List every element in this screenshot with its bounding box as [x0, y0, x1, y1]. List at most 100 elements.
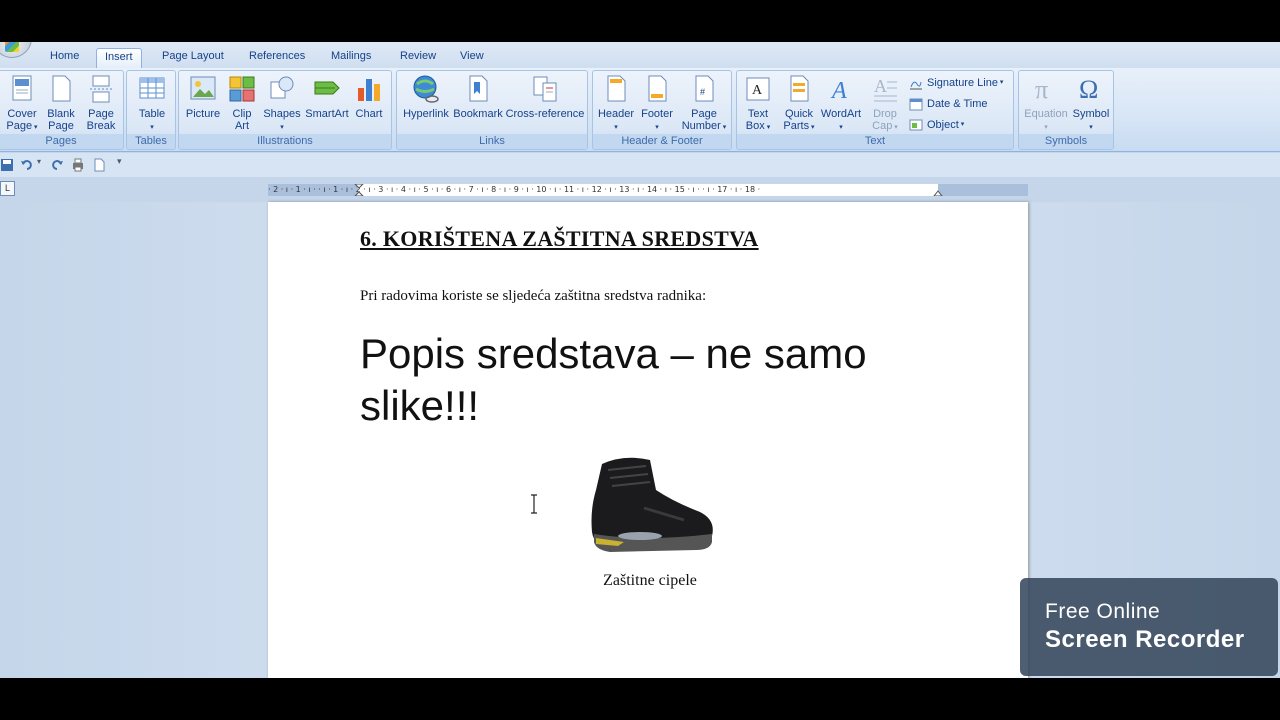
tab-insert[interactable]: Insert [96, 48, 142, 68]
date-time-label: Date & Time [927, 98, 988, 110]
watermark-line1: Free Online [1045, 600, 1161, 623]
equation-button[interactable]: π Equation ▾ [1021, 74, 1071, 134]
tab-review[interactable]: Review [392, 48, 444, 68]
group-header-footer-label: Header & Footer [593, 134, 731, 148]
undo-dropdown-icon[interactable]: ▾ [37, 157, 41, 166]
smartart-label: SmartArt [305, 108, 349, 120]
tab-view[interactable]: View [452, 48, 492, 68]
table-icon [139, 77, 165, 99]
customize-toolbar-icon[interactable]: ▾ [117, 156, 122, 167]
wordart-icon: A [830, 78, 847, 104]
hyperlink-button[interactable]: Hyperlink [401, 74, 451, 120]
chart-button[interactable]: Chart [351, 74, 387, 120]
page-number-label-1: Page [691, 108, 717, 120]
page-number-icon: # [695, 75, 714, 102]
object-icon [909, 119, 923, 131]
text-box-button[interactable]: A Text Box ▾ [739, 74, 777, 134]
group-text: A Text Box ▾ Quick Parts ▾ A WordArt ▾ A … [736, 70, 1014, 150]
safety-boot-image[interactable] [584, 450, 716, 558]
smartart-button[interactable]: SmartArt [303, 74, 351, 120]
text-box-label-1: Text [747, 108, 769, 120]
wordart-label: WordArt [820, 108, 862, 120]
print-icon[interactable] [71, 158, 85, 172]
blank-page-label-1: Blank [47, 108, 75, 120]
group-tables: Table ▾ Tables [126, 70, 176, 150]
image-caption[interactable]: Zaštitne cipele [268, 572, 1028, 590]
footer-icon [648, 75, 667, 102]
pi-icon: π [1035, 75, 1048, 104]
blank-page-label-2: Page [48, 120, 74, 132]
document-page[interactable]: 6. KORIŠTENA ZAŠTITNA SREDSTVA Pri radov… [268, 202, 1028, 678]
vertical-ruler[interactable] [0, 202, 16, 678]
date-time-button[interactable]: Date & Time [909, 95, 988, 113]
svg-text:Ω: Ω [1079, 75, 1098, 104]
quick-parts-label-1: Quick [784, 108, 814, 120]
page-break-label-2: Break [86, 120, 116, 132]
document-heading[interactable]: 6. KORIŠTENA ZAŠTITNA SREDSTVA [360, 226, 759, 252]
group-header-footer: Header ▾ Footer ▾ # Page Number ▾ Header &… [592, 70, 732, 150]
bookmark-button[interactable]: Bookmark [453, 74, 503, 120]
clip-art-label-1: Clip [232, 108, 252, 120]
cross-reference-button[interactable]: Cross-reference [505, 74, 585, 120]
object-label: Object [927, 119, 959, 131]
bookmark-label: Bookmark [453, 108, 503, 120]
undo-icon[interactable] [20, 158, 34, 172]
quick-access-toolbar: ▾ ▾ [0, 153, 1280, 177]
group-illustrations: Picture Clip Art Shapes ▾ SmartArt Chart … [178, 70, 392, 150]
picture-button[interactable]: Picture [183, 74, 223, 120]
text-box-icon: A [746, 77, 770, 101]
document-paragraph[interactable]: Pri radovima koriste se sljedeća zaštitn… [360, 288, 706, 305]
header-button[interactable]: Header ▾ [595, 74, 637, 134]
group-pages: Cover Page ▾ Blank Page Page Break Pages [0, 70, 124, 150]
document-big-text[interactable]: Popis sredstava – ne samo slike!!! [360, 328, 920, 432]
page-break-button[interactable]: Page Break [83, 74, 119, 132]
right-indent-marker-icon[interactable] [933, 186, 943, 196]
tab-selector[interactable]: L [0, 181, 15, 196]
blank-page-button[interactable]: Blank Page [43, 74, 79, 132]
cover-page-icon [12, 75, 32, 101]
page-break-icon [90, 75, 112, 103]
page-number-button[interactable]: # Page Number ▾ [679, 74, 729, 134]
horizontal-ruler[interactable]: · 2 · ı · 1 · ı · · ı · 1 · ı · 2 · ı · … [268, 184, 1028, 196]
save-icon[interactable] [0, 158, 14, 172]
cover-page-button[interactable]: Cover Page ▾ [3, 74, 41, 134]
tab-home[interactable]: Home [42, 48, 87, 68]
footer-button[interactable]: Footer ▾ [637, 74, 677, 134]
group-tables-label: Tables [127, 134, 175, 148]
signature-line-button[interactable]: Signature Line ▾ [909, 74, 1003, 92]
wordart-button[interactable]: A WordArt ▾ [819, 74, 863, 134]
shapes-icon [270, 76, 294, 99]
clip-art-icon [229, 76, 255, 102]
indent-marker-icon[interactable] [354, 184, 364, 196]
group-links: Hyperlink Bookmark Cross-reference Links [396, 70, 588, 150]
ribbon-tab-row: Home Insert Page Layout References Maili… [0, 42, 1280, 68]
shapes-button[interactable]: Shapes ▾ [261, 74, 303, 134]
drop-cap-button[interactable]: A Drop Cap ▾ [865, 74, 905, 134]
footer-label: Footer [641, 108, 673, 120]
tab-references[interactable]: References [241, 48, 313, 68]
office-button[interactable] [0, 42, 32, 58]
text-box-label-2: Box [745, 120, 765, 132]
ribbon: Cover Page ▾ Blank Page Page Break Pages… [0, 68, 1280, 152]
quick-parts-icon [790, 75, 809, 102]
symbol-button[interactable]: Ω Symbol ▾ [1071, 74, 1111, 134]
drop-cap-label-1: Drop [873, 108, 897, 120]
signature-line-icon [910, 81, 922, 90]
group-pages-label: Pages [0, 134, 123, 148]
tab-page-layout[interactable]: Page Layout [154, 48, 232, 68]
repeat-icon[interactable] [50, 158, 64, 172]
hyperlink-icon [413, 75, 439, 103]
table-button[interactable]: Table ▾ [134, 74, 170, 134]
hyperlink-label: Hyperlink [403, 108, 449, 120]
object-button[interactable]: Object ▾ [909, 116, 964, 134]
table-label: Table [138, 108, 166, 120]
clip-art-button[interactable]: Clip Art [225, 74, 259, 132]
svg-text:π: π [1035, 75, 1048, 104]
equation-label: Equation [1024, 108, 1068, 120]
quick-parts-button[interactable]: Quick Parts ▾ [779, 74, 819, 134]
new-document-icon[interactable] [92, 158, 106, 172]
tab-mailings[interactable]: Mailings [323, 48, 379, 68]
office-logo-icon [5, 42, 19, 52]
group-illustrations-label: Illustrations [179, 134, 391, 148]
picture-label: Picture [185, 108, 221, 120]
